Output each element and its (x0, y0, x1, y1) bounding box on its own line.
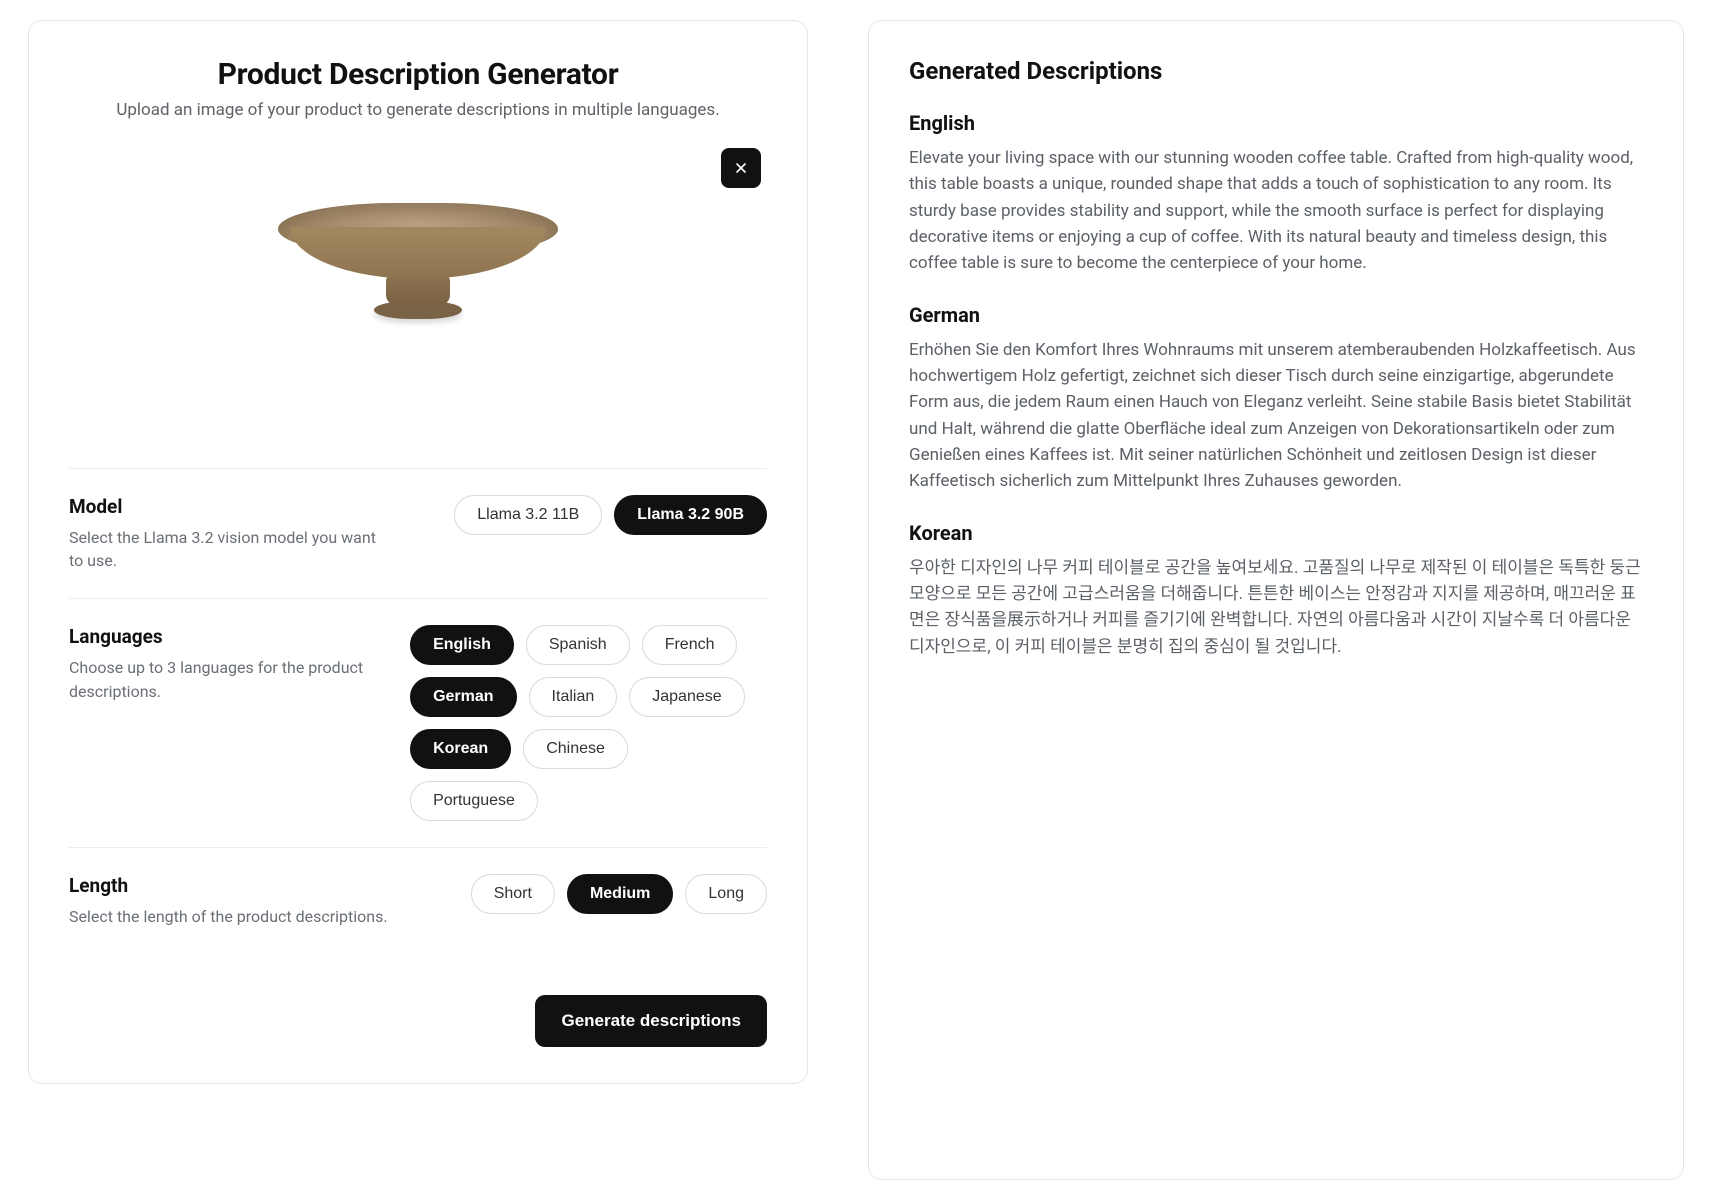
option-pill[interactable]: Spanish (526, 625, 630, 665)
length-section-desc: Select the length of the product descrip… (69, 905, 390, 928)
output-card: Generated Descriptions English Elevate yo… (868, 20, 1684, 1180)
option-pill[interactable]: Chinese (523, 729, 628, 769)
option-pill[interactable]: Portuguese (410, 781, 538, 821)
option-pill[interactable]: Llama 3.2 11B (454, 495, 602, 535)
option-pill[interactable]: German (410, 677, 516, 717)
length-section: Length Select the length of the product … (69, 847, 767, 954)
description-block: Korean 우아한 디자인의 나무 커피 테이블로 공간을 높여보세요. 고품질… (909, 521, 1643, 660)
length-options: Short Medium Long (410, 874, 767, 914)
description-block: German Erhöhen Sie den Komfort Ihres Wohn… (909, 303, 1643, 495)
option-pill[interactable]: Medium (567, 874, 673, 914)
model-options: Llama 3.2 11B Llama 3.2 90B (410, 495, 767, 535)
close-icon (733, 160, 749, 176)
product-image-area (69, 142, 767, 432)
description-block: English Elevate your living space with ou… (909, 111, 1643, 277)
option-pill[interactable]: Japanese (629, 677, 744, 717)
option-pill[interactable]: Llama 3.2 90B (614, 495, 767, 535)
languages-section-title: Languages (69, 625, 390, 648)
option-pill[interactable]: Italian (529, 677, 618, 717)
output-title: Generated Descriptions (909, 57, 1643, 85)
description-text: Erhöhen Sie den Komfort Ihres Wohnraums … (909, 337, 1643, 495)
model-section-desc: Select the Llama 3.2 vision model you wa… (69, 526, 390, 572)
option-pill[interactable]: English (410, 625, 514, 665)
generator-card: Product Description Generator Upload an … (28, 20, 808, 1084)
language-options: English Spanish French German Italian Japanes… (410, 625, 767, 821)
languages-section: Languages Choose up to 3 languages for t… (69, 598, 767, 847)
description-text: 우아한 디자인의 나무 커피 테이블로 공간을 높여보세요. 고품질의 나무로 … (909, 555, 1643, 660)
option-pill[interactable]: Long (685, 874, 767, 914)
option-pill[interactable]: French (642, 625, 738, 665)
model-section-title: Model (69, 495, 390, 518)
product-image (278, 197, 558, 337)
option-pill[interactable]: Korean (410, 729, 511, 769)
generator-title: Product Description Generator (69, 57, 767, 92)
actions-row: Generate descriptions (69, 955, 767, 1047)
description-language: Korean (909, 521, 1643, 545)
generate-button[interactable]: Generate descriptions (535, 995, 767, 1047)
option-pill[interactable]: Short (471, 874, 555, 914)
description-text: Elevate your living space with our stunn… (909, 145, 1643, 277)
output-list: English Elevate your living space with ou… (909, 111, 1643, 660)
generator-subtitle: Upload an image of your product to gener… (69, 100, 767, 120)
description-language: English (909, 111, 1643, 135)
remove-image-button[interactable] (721, 148, 761, 188)
description-language: German (909, 303, 1643, 327)
languages-section-desc: Choose up to 3 languages for the product… (69, 656, 390, 702)
length-section-title: Length (69, 874, 390, 897)
model-section: Model Select the Llama 3.2 vision model … (69, 468, 767, 598)
